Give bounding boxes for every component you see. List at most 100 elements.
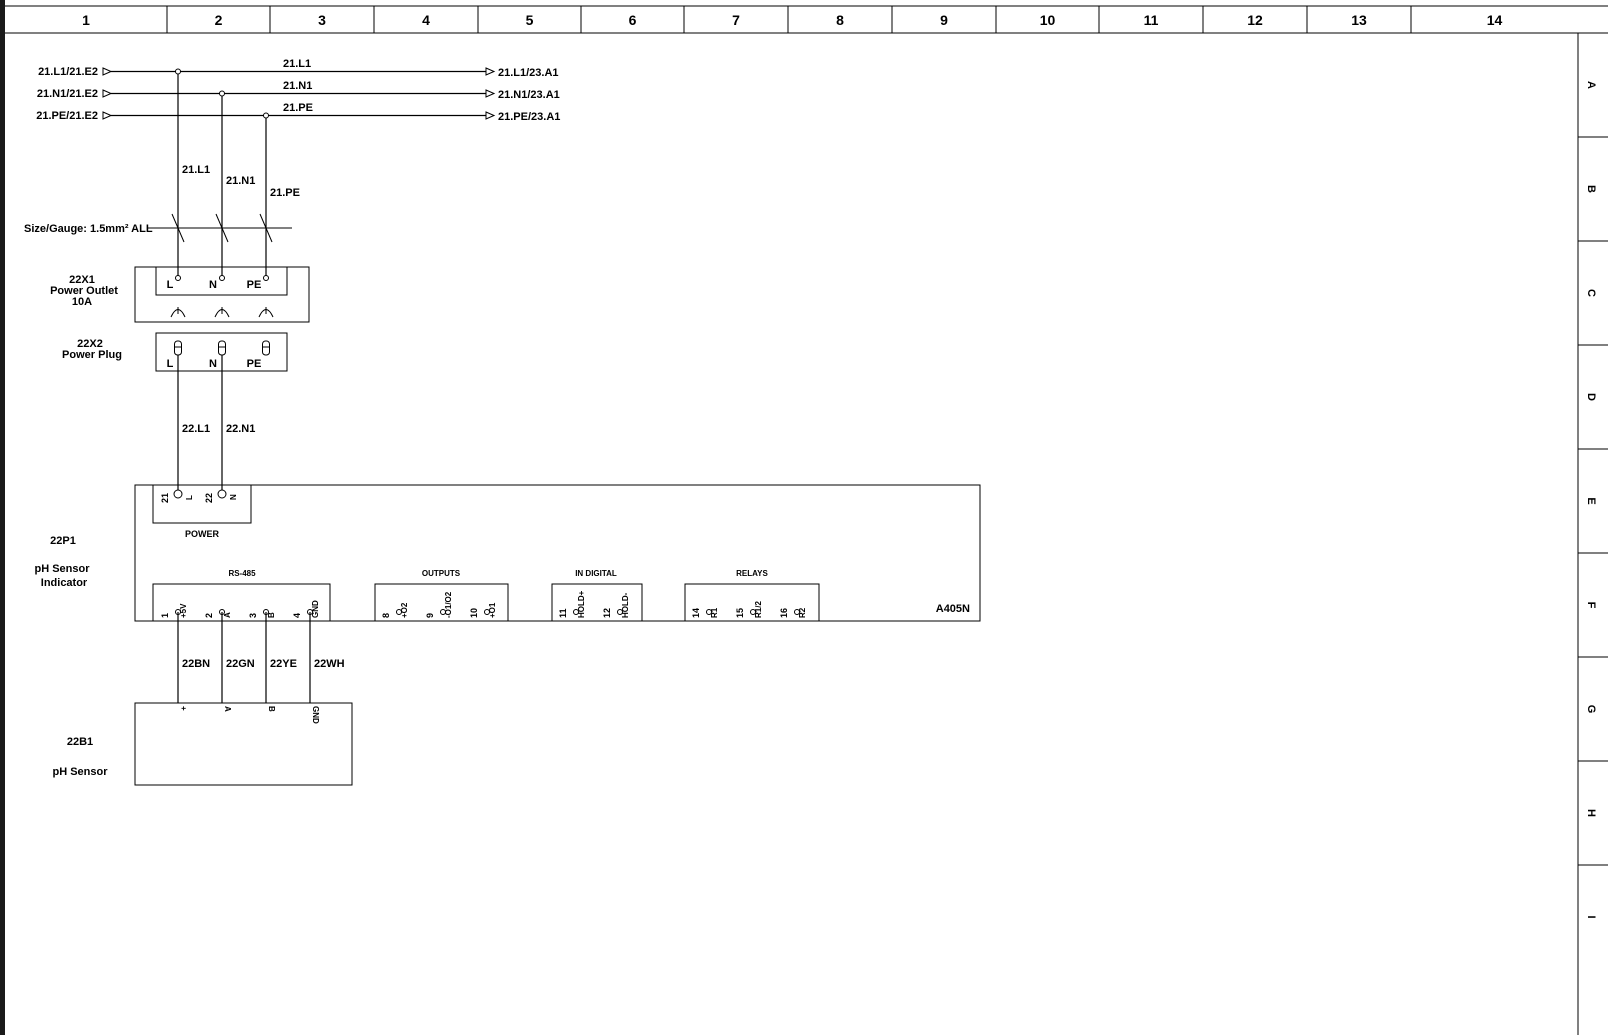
power-plug-22x2: 22X2 Power Plug L N PE — [62, 332, 288, 372]
terminal-signal: GND — [311, 600, 320, 618]
bus-wire-label-l1: 21.L1 — [283, 58, 311, 70]
terminal-number: 15 — [735, 608, 745, 618]
outlet-pin-l — [175, 275, 181, 281]
terminal-signal: R1/2 — [754, 601, 763, 618]
row-letter: D — [1585, 393, 1597, 401]
terminal-number: 2 — [204, 613, 214, 618]
sensor-pin-gnd: GND — [311, 706, 320, 724]
row-header: A B C D E F G H I — [1578, 81, 1608, 919]
terminal-number: 12 — [602, 608, 612, 618]
sensor-wires: 22BN 22GN 22YE 22WH — [177, 612, 345, 703]
terminal-number: 10 — [469, 608, 479, 618]
terminal-number: 16 — [779, 608, 789, 618]
outlet-pin-label-pe: PE — [247, 279, 262, 291]
bus-source-pe: 21.PE/21.E2 — [36, 110, 98, 122]
sensor-wire-label-wh: 22WH — [314, 658, 345, 670]
column-number: 13 — [1351, 12, 1367, 28]
outlet-rating: 10A — [72, 296, 92, 308]
outputs-title: OUTPUTS — [422, 569, 461, 578]
schematic-sheet: 1 2 3 4 5 6 7 8 9 10 11 12 13 14 ABCDEFGHI 21.L1/21.E… — [0, 0, 1608, 1035]
sensor-wire-label-bn: 22BN — [182, 658, 210, 670]
bus-target-pe: 21.PE/23.A1 — [498, 111, 560, 123]
terminal-pin — [794, 609, 800, 615]
plug-pin-pe — [262, 340, 270, 356]
outputs-terminals: 8 +O2 9 -O1/O2 10 +O1 — [381, 591, 497, 618]
supply-bus: 21.L1/21.E2 21.N1/21.E2 21.PE/21.E2 21.L… — [36, 58, 560, 123]
relays-terminals: 14 R1 15 R1/2 16 R2 — [691, 601, 807, 618]
terminal-pin — [617, 609, 623, 615]
terminal-pin — [484, 609, 490, 615]
plug-pin-label-l: L — [167, 358, 174, 370]
plug-name: Power Plug — [62, 349, 122, 361]
outlet-pin-label-l: L — [167, 279, 174, 291]
feed-wire-label-l1: 22.L1 — [182, 423, 210, 435]
column-number: 10 — [1040, 12, 1056, 28]
power-outlet-22x1: 22X1 Power Outlet 10A L N PE — [50, 266, 310, 323]
indicator-name-line1: pH Sensor — [34, 563, 90, 575]
junction-pe — [263, 112, 269, 119]
row-letter: G — [1585, 705, 1597, 714]
plug-pin-label-pe: PE — [247, 358, 262, 370]
power-pin2-number: 22 — [204, 493, 214, 503]
in-digital-title: IN DIGITAL — [575, 569, 617, 578]
outlet-pin-pe — [263, 275, 269, 281]
column-number: 6 — [629, 12, 637, 28]
column-number: 4 — [422, 12, 430, 28]
terminal-signal: +O1 — [488, 602, 497, 618]
sensor-pin-a: A — [223, 706, 232, 712]
column-number: 9 — [940, 12, 948, 28]
power-pin2-signal: N — [229, 494, 238, 500]
column-number: 3 — [318, 12, 326, 28]
row-letter: A — [1585, 81, 1597, 89]
indicator-model: A405N — [936, 603, 970, 615]
bus-target-arrow-n1 — [485, 89, 496, 98]
column-number: 1 — [82, 12, 90, 28]
in-digital-terminals: 11 HOLD+ 12 HOLD- — [558, 590, 630, 618]
row-letter: I — [1585, 915, 1597, 918]
sheet-left-edge — [0, 0, 5, 1035]
column-number: 8 — [836, 12, 844, 28]
terminal-signal: HOLD- — [621, 592, 630, 618]
column-number: 7 — [732, 12, 740, 28]
bus-source-n1: 21.N1/21.E2 — [37, 88, 98, 100]
column-number: 2 — [215, 12, 223, 28]
bus-wire-label-n1: 21.N1 — [283, 80, 312, 92]
gauge-label: Size/Gauge: 1.5mm² ALL — [24, 223, 153, 235]
bus-source-arrow-n1 — [102, 89, 113, 98]
terminal-pin — [706, 609, 712, 615]
plug-pin-l — [174, 340, 182, 356]
bus-source-l1: 21.L1/21.E2 — [38, 66, 98, 78]
drop-label-l1: 21.L1 — [182, 164, 210, 176]
ph-sensor-22b1: 22B1 pH Sensor + A B GND — [52, 702, 353, 786]
sensor-wire-label-ye: 22YE — [270, 658, 297, 670]
row-letter: B — [1585, 185, 1597, 193]
row-letter: F — [1585, 602, 1597, 609]
bus-target-n1: 21.N1/23.A1 — [498, 89, 560, 101]
terminal-number: 14 — [691, 608, 701, 618]
column-number: 14 — [1487, 12, 1503, 28]
indicator-name-line2: Indicator — [41, 577, 88, 589]
bus-target-arrow-l1 — [485, 67, 496, 76]
terminal-number: 3 — [248, 613, 258, 618]
bus-target-arrow-pe — [485, 111, 496, 120]
junction-l1 — [175, 68, 181, 75]
column-header: 1 2 3 4 5 6 7 8 9 10 11 12 13 14 — [82, 6, 1502, 33]
indicator-tag: 22P1 — [50, 535, 76, 547]
terminal-number: 1 — [160, 613, 170, 618]
sensor-pin-plus: + — [179, 706, 188, 711]
power-pin1-number: 21 — [160, 493, 170, 503]
plug-pin-label-n: N — [209, 358, 217, 370]
rs485-title: RS-485 — [228, 569, 256, 578]
terminal-number: 4 — [292, 613, 302, 618]
bus-wire-label-pe: 21.PE — [283, 102, 313, 114]
power-terminal-block — [152, 484, 252, 524]
terminal-signal: -O1/O2 — [444, 591, 453, 618]
column-number: 5 — [526, 12, 534, 28]
power-pin1-signal: L — [185, 495, 194, 500]
power-pin-n — [217, 489, 227, 499]
ph-indicator-22p1: 22P1 pH Sensor Indicator A405N POWER 21 … — [34, 484, 981, 622]
bus-source-arrow-pe — [102, 111, 113, 120]
terminal-number: 11 — [558, 608, 568, 618]
rs485-terminals: 1 +5V 2 A 3 B 4 GND — [160, 600, 320, 618]
terminal-pin — [750, 609, 756, 615]
